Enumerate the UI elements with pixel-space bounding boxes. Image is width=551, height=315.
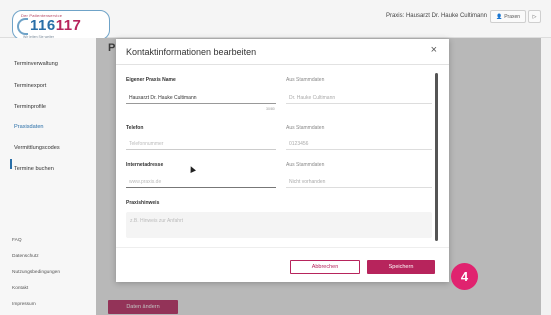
cancel-button[interactable]: Abbrechen bbox=[290, 260, 360, 274]
sidebar-item-terminprofile[interactable]: Terminprofile bbox=[14, 104, 46, 110]
step-badge: 4 bbox=[451, 263, 478, 290]
close-icon[interactable]: × bbox=[431, 45, 437, 56]
practice-name-counter: 30/80 bbox=[266, 107, 275, 111]
website-input[interactable]: www.praxis.de bbox=[126, 175, 276, 188]
practice-note-textarea[interactable]: z.B. Hinweis zur Anfahrt bbox=[126, 212, 432, 238]
user-icon: 👤 bbox=[495, 13, 503, 20]
footer-link-kontakt[interactable]: Kontakt bbox=[12, 286, 28, 291]
save-button[interactable]: Speichern bbox=[367, 260, 435, 274]
phone-input[interactable]: Telefonnummer bbox=[126, 137, 276, 150]
sidebar-item-vermittlungscodes[interactable]: Vermittlungscodes bbox=[14, 145, 60, 151]
practice-name-source-value: Dr. Hauke Cultimann bbox=[286, 91, 432, 104]
dialog-divider bbox=[116, 64, 449, 65]
website-source-value: Nicht vorhanden bbox=[286, 175, 432, 188]
dialog-title: Kontaktinformationen bearbeiten bbox=[126, 47, 257, 57]
dialog-footer-divider bbox=[116, 247, 449, 248]
header: Der Patientenservice 116117 Wir leiten S… bbox=[0, 0, 551, 40]
phone-source-label: Aus Stammdaten bbox=[286, 125, 325, 131]
sidebar-item-terminverwaltung[interactable]: Terminverwaltung bbox=[14, 61, 58, 67]
practice-name-label: Eigener Praxis Name bbox=[126, 77, 176, 83]
active-indicator bbox=[10, 159, 12, 169]
logout-button[interactable]: ▷ bbox=[528, 10, 541, 23]
practice-name-input[interactable]: Hausarzt Dr. Hauke Cultimann bbox=[126, 91, 276, 104]
practice-note-label: Praxishinweis bbox=[126, 200, 160, 206]
footer-link-nutzungsbedingungen[interactable]: Nutzungsbedingungen bbox=[12, 270, 60, 275]
practice-name: Praxis: Hausarzt Dr. Hauke Cultimann bbox=[385, 13, 487, 19]
website-label: Internetadresse bbox=[126, 162, 164, 168]
contact-info-dialog: Kontaktinformationen bearbeiten × Eigene… bbox=[116, 39, 449, 282]
app-frame: Der Patientenservice 116117 Wir leiten S… bbox=[0, 0, 551, 315]
sidebar-item-termine-buchen[interactable]: Termine buchen bbox=[14, 166, 54, 172]
phone-label: Telefon bbox=[126, 125, 144, 131]
sidebar-item-terminexport[interactable]: Terminexport bbox=[14, 83, 46, 89]
practice-name-source-label: Aus Stammdaten bbox=[286, 77, 325, 83]
website-source-label: Aus Stammdaten bbox=[286, 162, 325, 168]
practices-button[interactable]: 👤 Praxen bbox=[490, 10, 526, 23]
logo-number: 116117 bbox=[30, 17, 82, 34]
logo-ring-icon bbox=[17, 18, 28, 35]
footer-link-impressum[interactable]: Impressum bbox=[12, 302, 36, 307]
logo-116117[interactable]: Der Patientenservice 116117 Wir leiten S… bbox=[12, 10, 110, 40]
sidebar-item-praxisdaten[interactable]: Praxisdaten bbox=[14, 124, 44, 130]
footer-link-faq[interactable]: FAQ bbox=[12, 238, 22, 243]
footer-link-datenschutz[interactable]: Datenschutz bbox=[12, 254, 39, 259]
dialog-scrollbar[interactable] bbox=[435, 73, 438, 241]
logout-icon: ▷ bbox=[532, 13, 537, 20]
phone-source-value: 0123456 bbox=[286, 137, 432, 150]
